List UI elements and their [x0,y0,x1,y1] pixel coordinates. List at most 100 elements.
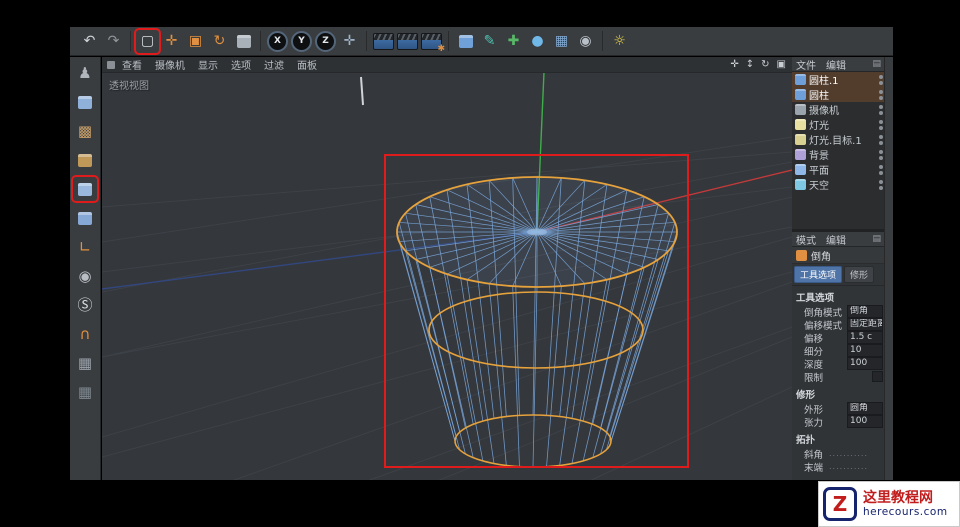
object-item[interactable]: 圆柱 [792,87,885,102]
dropdown[interactable]: 倒角 [847,305,883,318]
viewport-scene[interactable] [102,57,792,480]
edge-mode-button[interactable] [73,177,97,201]
render-settings-icon [421,32,445,54]
magnet-snap-button[interactable]: ∩ [73,322,97,346]
visibility-dots[interactable] [879,120,883,130]
object-item[interactable]: 平面 [792,162,885,177]
coord-system-button[interactable]: ✛ [338,30,361,53]
visibility-dots[interactable] [879,135,883,145]
visibility-dots[interactable] [879,105,883,115]
object-item[interactable]: 灯光.目标.1 [792,132,885,147]
add-light-button[interactable]: ☼ [608,30,631,53]
visibility-dots[interactable] [879,75,883,85]
object-item[interactable]: 背景 [792,147,885,162]
workplane-snap-button[interactable]: ▦ [73,380,97,404]
rotate-view-icon[interactable]: ↻ [761,59,769,70]
object-manager-menu-1[interactable]: 编辑 [826,57,846,72]
attribute-manager-options-icon[interactable]: ▤ [872,234,881,244]
pan-view-icon[interactable]: ✛ [730,59,738,70]
viewport-lock-icon: ◉ [78,266,92,285]
add-generator-button[interactable]: ✚ [502,30,525,53]
number-field[interactable]: 1.5 c [847,331,883,344]
watermark: Z 这里教程网 herecours.com [818,481,960,527]
visibility-dots[interactable] [879,165,883,175]
texture-mode-button[interactable]: ▩ [73,119,97,143]
uv-mode-button[interactable] [73,148,97,172]
visibility-dots[interactable] [879,90,883,100]
object-manager-menu-0[interactable]: 文件 [796,57,816,72]
attribute-manager-header: 模式 编辑 ▤ [792,232,885,247]
dropdown[interactable]: 固定距离 [847,318,883,331]
dropdown[interactable]: 圆角 [847,402,883,415]
object-label: 圆柱.1 [809,76,839,87]
attribute-manager-menu-0[interactable]: 模式 [796,232,816,247]
attribute-row: 偏移 1.5 c [792,331,885,345]
lock-x-button[interactable]: X [266,30,289,53]
light-target-icon [795,134,806,145]
zoom-view-icon[interactable]: ↕ [746,59,754,70]
magnet-snap-icon: ∩ [79,324,91,343]
lock-z-button[interactable]: Z [314,30,337,53]
viewport-menu-item-5[interactable]: 面板 [297,57,317,72]
viewport[interactable]: 查看 摄像机 显示 选项 过滤 面板 ✛ ↕ ↻ ▣ 透视视图 [102,57,792,480]
viewport-menu-item-2[interactable]: 显示 [198,57,218,72]
add-spline-button[interactable]: ✎ [478,30,501,53]
attribute-manager-menu-1[interactable]: 编辑 [826,232,846,247]
object-item[interactable]: 摄像机 [792,102,885,117]
object-label: 平面 [809,166,829,177]
convert-object-button[interactable]: ♟ [73,61,97,85]
checkbox[interactable] [872,371,883,382]
object-list: 圆柱.1 圆柱 摄像机 灯光 灯光.目标.1 背景平面 天空 [792,72,885,192]
viewport-menu-items: 查看 摄像机 显示 选项 过滤 面板 [122,57,317,72]
object-item[interactable]: 天空 [792,177,885,192]
toolbar-separator [602,31,603,51]
viewport-menu-item-0[interactable]: 查看 [122,57,142,72]
object-item[interactable]: 圆柱.1 [792,72,885,87]
undo-button[interactable]: ↶ [78,30,101,53]
add-camera-button[interactable]: ◉ [574,30,597,53]
add-deformer-button[interactable]: ● [526,30,549,53]
visibility-dots[interactable] [879,150,883,160]
number-field[interactable]: 100 [847,415,883,428]
viewport-menu-item-4[interactable]: 过滤 [264,57,284,72]
lock-z-icon: Z [315,30,336,52]
grid-snap-icon: ▦ [77,353,93,372]
attribute-body: 工具选项 倒角模式 倒角 偏移模式 固定距离 偏移 1.5 c 细分 10 深度 100 限制 修形 外形… [792,286,885,474]
redo-button[interactable]: ↷ [102,30,125,53]
plane-icon [795,164,806,175]
viewport-menu-item-3[interactable]: 选项 [231,57,251,72]
model-mode-button[interactable] [73,90,97,114]
viewport-lock-button[interactable]: ◉ [73,264,97,288]
render-view-button[interactable] [372,30,395,53]
workplane-button[interactable]: ∟ [73,235,97,259]
render-dot-icon [879,186,883,190]
number-field[interactable]: 10 [847,344,883,357]
move-tool-button[interactable]: ✛ [160,30,183,53]
polygon-mode-button[interactable] [73,206,97,230]
add-deformer-icon: ● [531,33,544,49]
grid-snap-button[interactable]: ▦ [73,351,97,375]
scrollbar[interactable] [884,57,893,480]
lock-y-button[interactable]: Y [290,30,313,53]
render-region-button[interactable] [396,30,419,53]
attribute-tab-0[interactable]: 工具选项 [794,266,843,283]
object-manager-header: 文件 编辑 ▤ [792,57,885,72]
scale-tool-button[interactable]: ▣ [184,30,207,53]
render-settings-button[interactable] [420,30,445,54]
attribute-tab-1[interactable]: 修形 [844,266,875,283]
render-dot-icon [879,156,883,160]
snap-toggle-button[interactable]: Ⓢ [73,293,97,317]
add-environment-button[interactable]: ▦ [550,30,573,53]
viewport-menu-item-1[interactable]: 摄像机 [155,57,185,72]
rotate-tool-button[interactable]: ↻ [208,30,231,53]
recent-tool-button[interactable] [232,30,255,53]
object-item[interactable]: 灯光 [792,117,885,132]
number-field[interactable]: 100 [847,357,883,370]
attribute-manager: 模式 编辑 ▤ 倒角 工具选项 修形 工具选项 倒角模式 倒角 偏移模式 固定距离 偏移 1.5 … [792,232,885,480]
add-primitive-button[interactable] [454,30,477,53]
visibility-dots[interactable] [879,180,883,190]
rect-selection-button[interactable]: ▢ [136,30,159,53]
camera-icon [795,104,806,115]
toggle-view-icon[interactable]: ▣ [777,59,786,70]
object-manager-options-icon[interactable]: ▤ [872,59,881,69]
